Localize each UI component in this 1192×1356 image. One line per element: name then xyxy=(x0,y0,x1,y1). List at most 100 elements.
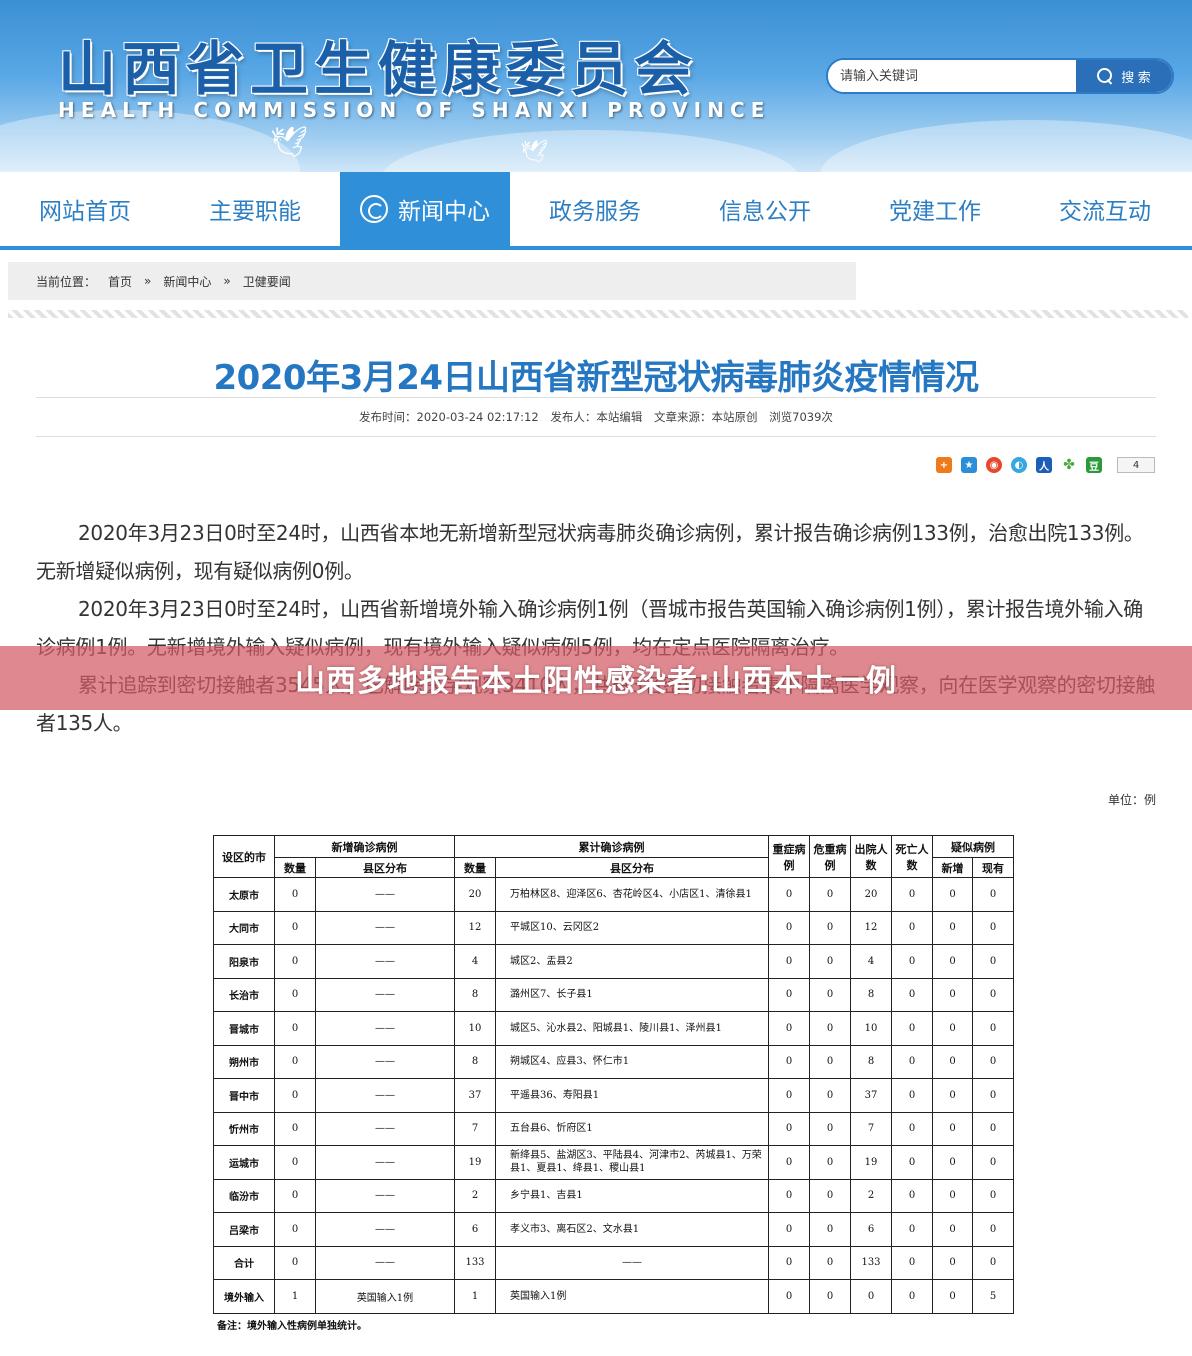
cell-city: 太原市 xyxy=(213,877,275,912)
cell-s-new: 0 xyxy=(932,1178,973,1213)
header-death: 死亡人数 xyxy=(891,835,933,878)
cell-new-dist: —— xyxy=(315,910,455,945)
nav-label: 主要职能 xyxy=(209,199,301,225)
share-more-icon[interactable]: + xyxy=(936,457,952,473)
cell-new-dist: —— xyxy=(315,1111,455,1146)
cell-death: 0 xyxy=(891,1212,933,1247)
nav-label: 政务服务 xyxy=(549,199,641,225)
search-button[interactable]: 搜 索 xyxy=(1076,60,1172,92)
cell-new-dist: 英国输入1例 xyxy=(315,1279,455,1314)
nav-item-party[interactable]: 党建工作 xyxy=(850,172,1020,246)
cell-cum-dist: 乡宁县1、吉县1 xyxy=(495,1178,769,1213)
header-cum-count: 数量 xyxy=(454,857,496,878)
nav-item-functions[interactable]: 主要职能 xyxy=(170,172,340,246)
share-qzone-icon[interactable]: ★ xyxy=(961,457,977,473)
header-cumulative-cases: 累计确诊病例 xyxy=(454,835,769,858)
share-tencent-icon[interactable]: ◐ xyxy=(1011,457,1027,473)
cell-s-now: 0 xyxy=(972,1011,1014,1046)
share-weibo-icon[interactable]: ◉ xyxy=(986,457,1002,473)
header-cum-dist: 县区分布 xyxy=(495,857,769,878)
site-header: 山西省卫生健康委员会 HEALTH COMMISSION OF SHANXI P… xyxy=(0,0,1192,172)
cell-new: 1 xyxy=(274,1279,316,1314)
cell-s-new: 0 xyxy=(932,1145,973,1180)
cell-discharged: 8 xyxy=(850,1044,892,1079)
cell-severe: 0 xyxy=(768,1078,810,1113)
cell-cum-dist: 万柏林区8、迎泽区6、杏花岭区4、小店区1、清徐县1 xyxy=(495,877,769,912)
cell-cum: 10 xyxy=(454,1011,496,1046)
cell-discharged: 2 xyxy=(850,1178,892,1213)
cell-cum-dist: 五台县6、忻府区1 xyxy=(495,1111,769,1146)
cell-s-new: 0 xyxy=(932,1212,973,1247)
cell-s-now: 0 xyxy=(972,944,1014,979)
cell-severe: 0 xyxy=(768,1212,810,1247)
header-critical: 危重病例 xyxy=(809,835,851,878)
cell-s-now: 0 xyxy=(972,1178,1014,1213)
cell-cum: 6 xyxy=(454,1212,496,1247)
cell-death: 0 xyxy=(891,877,933,912)
breadcrumb-current[interactable]: 卫健要闻 xyxy=(243,273,291,290)
cell-cum-dist: 城区5、沁水县2、阳城县1、陵川县1、泽州县1 xyxy=(495,1011,769,1046)
site-subtitle: HEALTH COMMISSION OF SHANXI PROVINCE xyxy=(58,98,771,122)
search-icon xyxy=(1097,68,1113,84)
share-kaixin-icon[interactable]: ✤ xyxy=(1061,457,1077,473)
article-meta: 发布时间：2020-03-24 02:17:12 发布人：本站编辑 文章来源：本… xyxy=(36,409,1156,425)
breadcrumb-home[interactable]: 首页 xyxy=(108,273,132,290)
case-table-wrapper: 设区的市 新增确诊病例 累计确诊病例 重症病例 危重病例 出院人数 死亡人数 疑… xyxy=(213,835,1014,1332)
nav-item-services[interactable]: 政务服务 xyxy=(510,172,680,246)
cell-discharged: 4 xyxy=(850,944,892,979)
table-row: 境外输入 1 英国输入1例 1 英国输入1例 0 0 0 0 0 5 xyxy=(213,1279,1014,1314)
overlay-banner: 山西多地报告本土阳性感染者:山西本土一例 xyxy=(0,646,1192,710)
nav-label: 信息公开 xyxy=(719,199,811,225)
search-button-label: 搜 索 xyxy=(1121,69,1151,85)
cell-new: 0 xyxy=(274,877,316,912)
nav-item-disclosure[interactable]: 信息公开 xyxy=(680,172,850,246)
cell-s-now: 0 xyxy=(972,1145,1014,1180)
publish-time: 发布时间：2020-03-24 02:17:12 xyxy=(359,410,539,424)
cell-cum-dist: —— xyxy=(495,1245,769,1280)
cell-cum: 1 xyxy=(454,1279,496,1314)
cell-cum: 4 xyxy=(454,944,496,979)
cell-death: 0 xyxy=(891,1279,933,1314)
cell-city: 境外输入 xyxy=(213,1279,275,1314)
cell-discharged: 6 xyxy=(850,1212,892,1247)
cell-cum: 133 xyxy=(454,1245,496,1280)
nav-item-news[interactable]: 新闻中心 xyxy=(340,172,510,246)
cell-city: 临汾市 xyxy=(213,1178,275,1213)
table-row: 合计 0 —— 133 —— 0 0 133 0 0 0 xyxy=(213,1245,1014,1280)
nav-item-interaction[interactable]: 交流互动 xyxy=(1020,172,1190,246)
cell-critical: 0 xyxy=(809,1011,851,1046)
banner-text: 山西多地报告本土阳性感染者:山西本土一例 xyxy=(295,664,897,699)
cell-s-new: 0 xyxy=(932,1279,973,1314)
cell-new-dist: —— xyxy=(315,1078,455,1113)
cell-critical: 0 xyxy=(809,1212,851,1247)
table-row: 运城市 0 —— 19 新绛县5、盐湖区3、平陆县4、河津市2、芮城县1、万荣县1、夏县… xyxy=(213,1145,1014,1180)
table-row: 晋城市 0 —— 10 城区5、沁水县2、阳城县1、陵川县1、泽州县1 0 0 10 0 0 0 xyxy=(213,1011,1014,1046)
search-input[interactable] xyxy=(828,60,1078,92)
cell-new: 0 xyxy=(274,1078,316,1113)
header-discharged: 出院人数 xyxy=(850,835,892,878)
article-title: 2020年3月24日山西省新型冠状病毒肺炎疫情情况 xyxy=(213,358,979,398)
table-row: 大同市 0 —— 12 平城区10、云冈区2 0 0 12 0 0 0 xyxy=(213,910,1014,945)
cell-cum: 37 xyxy=(454,1078,496,1113)
breadcrumb: 当前位置： 首页 » 新闻中心 » 卫健要闻 xyxy=(8,262,856,300)
cell-severe: 0 xyxy=(768,877,810,912)
share-douban-icon[interactable]: 豆 xyxy=(1086,457,1102,473)
nav-label: 新闻中心 xyxy=(398,199,490,225)
cell-critical: 0 xyxy=(809,910,851,945)
cell-city: 合计 xyxy=(213,1245,275,1280)
cell-severe: 0 xyxy=(768,1011,810,1046)
breadcrumb-prefix: 当前位置： xyxy=(36,274,97,289)
cell-new-dist: —— xyxy=(315,1011,455,1046)
divider xyxy=(8,310,1188,318)
dove-icon: 🕊 xyxy=(520,140,548,165)
cell-new-dist: —— xyxy=(315,1044,455,1079)
cell-cum: 2 xyxy=(454,1178,496,1213)
cell-death: 0 xyxy=(891,910,933,945)
cell-cum: 7 xyxy=(454,1111,496,1146)
cell-discharged: 20 xyxy=(850,877,892,912)
share-renren-icon[interactable]: 人 xyxy=(1036,457,1052,473)
nav-item-home[interactable]: 网站首页 xyxy=(0,172,170,246)
table-row: 吕梁市 0 —— 6 孝义市3、离石区2、文水县1 0 0 6 0 0 0 xyxy=(213,1212,1014,1247)
breadcrumb-news[interactable]: 新闻中心 xyxy=(163,273,211,290)
breadcrumb-separator: » xyxy=(144,274,152,288)
